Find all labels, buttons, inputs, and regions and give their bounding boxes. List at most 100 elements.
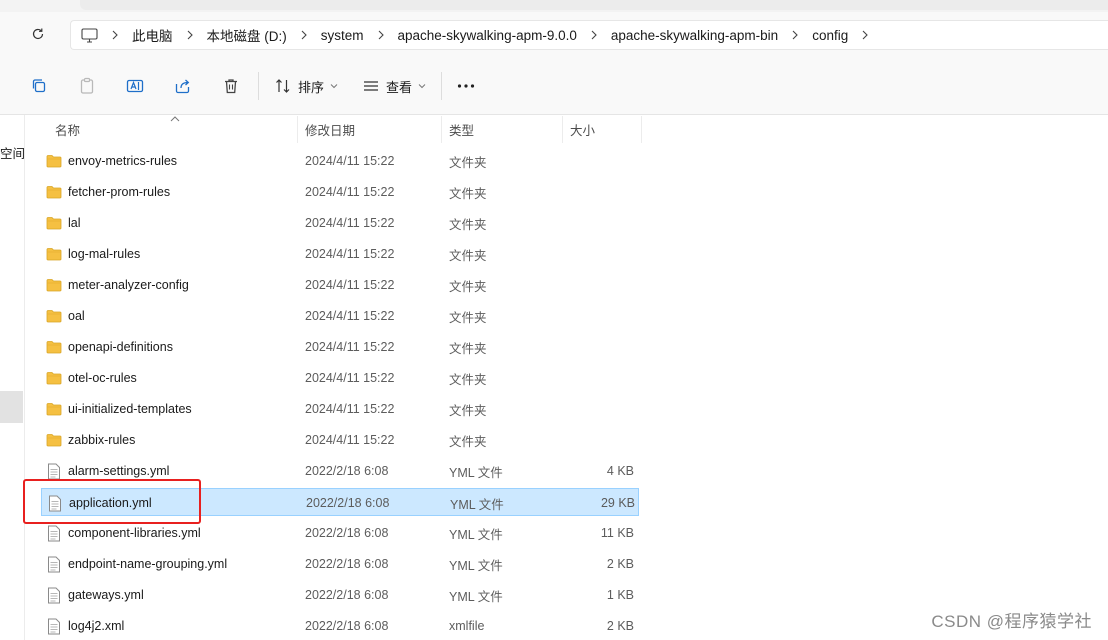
name-cell: fetcher-prom-rules: [45, 178, 170, 206]
toolbar-divider: [258, 72, 259, 100]
chevron-right-icon[interactable]: [293, 30, 315, 40]
size-cell: 2 KB: [606, 557, 634, 571]
view-button[interactable]: 查看: [362, 73, 426, 99]
file-name: log4j2.xml: [68, 619, 125, 633]
breadcrumb[interactable]: 此电脑 本地磁盘 (D:) system apache-skywalking-apm-…: [70, 20, 1108, 50]
size-cell: [562, 240, 634, 268]
toolbar-divider: [441, 72, 442, 100]
folder-icon: [45, 402, 62, 416]
sort-icon: [276, 79, 290, 93]
date-cell: 2024/4/11 15:22: [305, 402, 395, 416]
paste-button[interactable]: [78, 73, 96, 99]
column-header-size[interactable]: 大小: [563, 116, 642, 143]
breadcrumb-item[interactable]: 此电脑: [126, 25, 179, 45]
file-icon: [45, 525, 62, 542]
date-cell: 2022/2/18 6:08: [305, 619, 389, 633]
refresh-button[interactable]: [26, 22, 50, 46]
breadcrumb-item[interactable]: system: [315, 28, 370, 43]
file-name: otel-oc-rules: [68, 371, 137, 385]
breadcrumb-item[interactable]: 本地磁盘 (D:): [201, 25, 293, 45]
rename-button[interactable]: [126, 73, 144, 99]
type-cell: YML 文件: [450, 497, 504, 512]
name-cell: gateways.yml: [45, 581, 144, 609]
file-icon: [45, 463, 62, 480]
size-cell: [562, 426, 634, 454]
view-label: 查看: [386, 79, 413, 95]
folder-row[interactable]: otel-oc-rules 2024/4/11 15:22 文件夹: [41, 364, 639, 392]
size-cell: [562, 178, 634, 206]
folder-row[interactable]: ui-initialized-templates 2024/4/11 15:22 文…: [41, 395, 639, 423]
size-cell: 1 KB: [606, 588, 634, 602]
file-name: gateways.yml: [68, 588, 144, 602]
folder-row[interactable]: openapi-definitions 2024/4/11 15:22 文件夹: [41, 333, 639, 361]
type-cell: 文件夹: [449, 279, 487, 294]
date-cell: 2022/2/18 6:08: [305, 526, 389, 540]
file-row[interactable]: gateways.yml 2022/2/18 6:08 YML 文件 1 KB: [41, 581, 639, 609]
computer-icon[interactable]: [81, 27, 104, 43]
size-cell: [562, 395, 634, 423]
breadcrumb-item[interactable]: config: [806, 28, 854, 43]
folder-row[interactable]: lal 2024/4/11 15:22 文件夹: [41, 209, 639, 237]
type-cell: YML 文件: [449, 527, 503, 542]
date-cell: 2024/4/11 15:22: [305, 185, 395, 199]
folder-row[interactable]: log-mal-rules 2024/4/11 15:22 文件夹: [41, 240, 639, 268]
paste-icon: [80, 77, 94, 94]
chevron-down-icon: [330, 84, 338, 89]
folder-icon: [45, 216, 62, 230]
more-icon: [457, 84, 475, 88]
type-cell: YML 文件: [449, 589, 503, 604]
file-name: oal: [68, 309, 85, 323]
column-header-date[interactable]: 修改日期: [298, 116, 442, 143]
column-header-name[interactable]: 名称: [48, 116, 298, 143]
folder-icon: [45, 309, 62, 323]
folder-row[interactable]: fetcher-prom-rules 2024/4/11 15:22 文件夹: [41, 178, 639, 206]
breadcrumb-item[interactable]: apache-skywalking-apm-9.0.0: [392, 28, 583, 43]
chevron-right-icon[interactable]: [784, 30, 806, 40]
type-cell: YML 文件: [449, 558, 503, 573]
folder-row[interactable]: zabbix-rules 2024/4/11 15:22 文件夹: [41, 426, 639, 454]
copy-button[interactable]: [30, 73, 48, 99]
folder-row[interactable]: oal 2024/4/11 15:22 文件夹: [41, 302, 639, 330]
folder-row[interactable]: envoy-metrics-rules 2024/4/11 15:22 文件夹: [41, 147, 639, 175]
size-cell: 29 KB: [600, 496, 635, 510]
date-cell: 2024/4/11 15:22: [305, 340, 395, 354]
folder-icon: [45, 185, 62, 199]
more-options-button[interactable]: [456, 73, 476, 99]
name-cell: log-mal-rules: [45, 240, 140, 268]
folder-icon: [45, 371, 62, 385]
size-cell: 2 KB: [606, 619, 634, 633]
chevron-right-icon[interactable]: [104, 30, 126, 40]
rename-icon: [126, 79, 144, 93]
file-row[interactable]: endpoint-name-grouping.yml 2022/2/18 6:08…: [41, 550, 639, 578]
chevron-right-icon[interactable]: [854, 30, 876, 40]
chevron-right-icon[interactable]: [179, 30, 201, 40]
type-cell: 文件夹: [449, 217, 487, 232]
sort-button[interactable]: 排序: [274, 73, 338, 99]
size-cell: 4 KB: [606, 464, 634, 478]
chevron-right-icon[interactable]: [370, 30, 392, 40]
file-icon: [45, 587, 62, 604]
breadcrumb-item[interactable]: apache-skywalking-apm-bin: [605, 28, 784, 43]
chevron-right-icon[interactable]: [583, 30, 605, 40]
date-cell: 2022/2/18 6:08: [305, 557, 389, 571]
date-cell: 2022/2/18 6:08: [306, 496, 390, 510]
name-cell: endpoint-name-grouping.yml: [45, 550, 227, 578]
file-row[interactable]: log4j2.xml 2022/2/18 6:08 xmlfile 2 KB: [41, 612, 639, 640]
nav-pane-item-label[interactable]: 空间: [0, 143, 25, 162]
nav-pane-selected-item[interactable]: [0, 391, 23, 423]
date-cell: 2024/4/11 15:22: [305, 278, 395, 292]
file-icon: [45, 618, 62, 635]
name-cell: oal: [45, 302, 85, 330]
file-name: endpoint-name-grouping.yml: [68, 557, 228, 571]
folder-icon: [45, 433, 62, 447]
type-cell: 文件夹: [449, 186, 487, 201]
delete-button[interactable]: [222, 73, 240, 99]
date-cell: 2022/2/18 6:08: [305, 588, 389, 602]
folder-row[interactable]: meter-analyzer-config 2024/4/11 15:22 文件夹: [41, 271, 639, 299]
share-button[interactable]: [174, 73, 192, 99]
name-cell: openapi-definitions: [45, 333, 173, 361]
column-header-type[interactable]: 类型: [442, 116, 563, 143]
name-cell: envoy-metrics-rules: [45, 147, 177, 175]
view-icon: [364, 81, 378, 91]
copy-icon: [32, 79, 46, 93]
